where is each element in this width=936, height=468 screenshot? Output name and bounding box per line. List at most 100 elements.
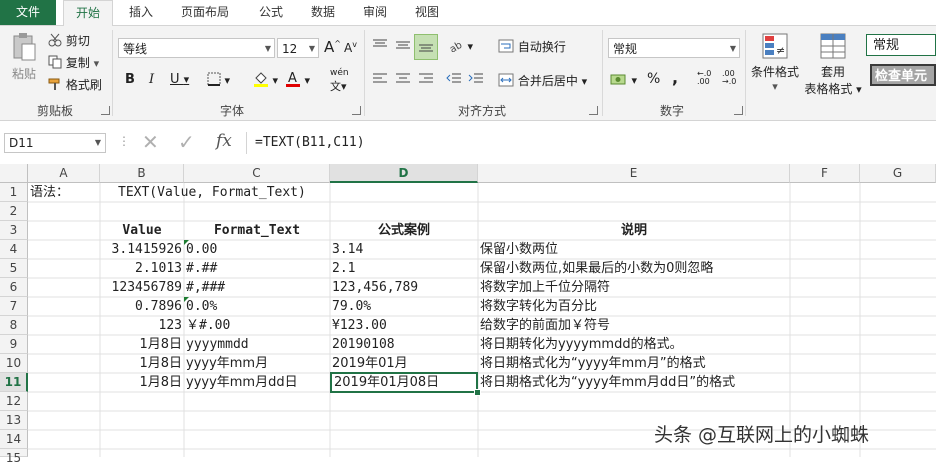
format-painter-button[interactable]: 格式刷 xyxy=(48,76,102,94)
tab-insert[interactable]: 插入 xyxy=(118,0,164,25)
row-header[interactable]: 5 xyxy=(0,259,28,278)
cell-d10[interactable]: 2019年01月 xyxy=(330,354,410,373)
select-all-corner[interactable] xyxy=(0,164,28,183)
increase-decimal-button[interactable]: ←.0.00 xyxy=(697,70,711,86)
grow-font-button[interactable]: A^ xyxy=(324,38,341,56)
format-as-table-button[interactable]: 套用 表格格式 ▾ xyxy=(803,32,863,97)
cancel-icon[interactable]: ✕ xyxy=(142,130,159,154)
cell-c5[interactable]: #.## xyxy=(184,259,219,278)
cell-c4[interactable]: 0.00 xyxy=(184,240,219,259)
row-header[interactable]: 1 xyxy=(0,183,28,202)
cell-b11[interactable]: 1月8日 xyxy=(100,373,184,392)
number-launcher-icon[interactable] xyxy=(734,106,743,115)
cell-d5[interactable]: 2.1 xyxy=(330,259,357,278)
tab-view[interactable]: 视图 xyxy=(404,0,450,25)
cell-b1[interactable]: TEXT(Value, Format_Text) xyxy=(116,183,308,202)
column-header-f[interactable]: F xyxy=(790,164,860,183)
paste-button[interactable]: 粘贴 xyxy=(8,32,40,82)
cell-c11[interactable]: yyyy年mm月dd日 xyxy=(184,373,300,392)
cell-b9[interactable]: 1月8日 xyxy=(100,335,184,354)
align-middle-button[interactable] xyxy=(395,38,411,55)
tab-page-layout[interactable]: 页面布局 xyxy=(170,0,240,25)
font-size-select[interactable]: 12 ▼ xyxy=(277,38,319,58)
cell-b4[interactable]: 3.1415926 xyxy=(100,240,184,259)
currency-button[interactable]: ▾ xyxy=(610,72,637,89)
cell-e5[interactable]: 保留小数两位,如果最后的小数为0则忽略 xyxy=(478,259,715,278)
cell-e6[interactable]: 将数字加上千位分隔符 xyxy=(478,278,612,297)
column-header-c[interactable]: C xyxy=(184,164,330,183)
decrease-decimal-button[interactable]: .00 →.0 xyxy=(722,70,736,86)
tab-review[interactable]: 审阅 xyxy=(352,0,398,25)
number-format-select[interactable]: 常规 ▼ xyxy=(608,38,740,58)
cell-c9[interactable]: yyyymmdd xyxy=(184,335,251,354)
align-center-button[interactable] xyxy=(395,72,411,89)
style-normal[interactable]: 常规 xyxy=(866,34,936,56)
italic-button[interactable]: I xyxy=(149,72,154,87)
style-check-cell[interactable]: 检查单元 xyxy=(870,64,936,86)
clipboard-launcher-icon[interactable] xyxy=(101,106,110,115)
tab-file[interactable]: 文件 xyxy=(0,0,56,25)
row-header[interactable]: 8 xyxy=(0,316,28,335)
tab-data[interactable]: 数据 xyxy=(300,0,346,25)
comma-button[interactable]: , xyxy=(672,68,678,87)
conditional-format-button[interactable]: ≠ 条件格式 ▾ xyxy=(750,32,800,93)
row-header[interactable]: 10 xyxy=(0,354,28,373)
align-bottom-button[interactable] xyxy=(414,34,438,60)
column-header-e[interactable]: E xyxy=(478,164,790,183)
row-header[interactable]: 13 xyxy=(0,411,28,430)
phonetic-button[interactable]: wén 文▾ xyxy=(330,68,349,94)
align-left-button[interactable] xyxy=(372,72,388,89)
row-header[interactable]: 7 xyxy=(0,297,28,316)
bold-button[interactable]: B xyxy=(125,72,135,87)
cell-c8[interactable]: ￥#.00 xyxy=(184,316,232,335)
fill-color-button[interactable]: ▾ xyxy=(253,70,278,91)
cell-e8[interactable]: 给数字的前面加￥符号 xyxy=(478,316,612,335)
row-header[interactable]: 4 xyxy=(0,240,28,259)
align-top-button[interactable] xyxy=(372,38,388,55)
cell-d3[interactable]: 公式案例 xyxy=(330,221,478,240)
wrap-text-button[interactable]: 自动换行 xyxy=(498,38,566,56)
row-header[interactable]: 9 xyxy=(0,335,28,354)
error-indicator-icon[interactable] xyxy=(184,240,189,245)
row-header[interactable]: 3 xyxy=(0,221,28,240)
increase-indent-button[interactable] xyxy=(468,72,484,89)
cell-e4[interactable]: 保留小数两位 xyxy=(478,240,560,259)
drag-handle-icon[interactable]: ⋮ xyxy=(118,134,130,148)
cell-d9[interactable]: 20190108 xyxy=(330,335,397,354)
font-name-select[interactable]: 等线 ▼ xyxy=(118,38,275,58)
cell-e7[interactable]: 将数字转化为百分比 xyxy=(478,297,599,316)
name-box[interactable]: D11 ▼ xyxy=(4,133,106,153)
cell-b7[interactable]: 0.7896 xyxy=(100,297,184,316)
decrease-indent-button[interactable] xyxy=(446,72,462,89)
cell-a1[interactable]: 语法： xyxy=(28,183,71,202)
font-launcher-icon[interactable] xyxy=(352,106,361,115)
cell-e3[interactable]: 说明 xyxy=(478,221,790,240)
formula-input[interactable]: =TEXT(B11,C11) xyxy=(246,132,936,154)
tab-formulas[interactable]: 公式 xyxy=(248,0,294,25)
row-header-selected[interactable]: 11 xyxy=(0,373,28,392)
cell-b3[interactable]: Value xyxy=(100,221,184,240)
cell-e11[interactable]: 将日期格式化为“yyyy年mm月dd日”的格式 xyxy=(478,373,737,392)
cell-d7[interactable]: 79.0% xyxy=(330,297,373,316)
confirm-icon[interactable]: ✓ xyxy=(178,130,195,154)
cell-b6[interactable]: 123456789 xyxy=(100,278,184,297)
font-color-button[interactable]: A ▾ xyxy=(285,70,310,91)
tab-home[interactable]: 开始 xyxy=(63,0,113,27)
borders-button[interactable]: ▾ xyxy=(207,72,230,89)
row-header[interactable]: 12 xyxy=(0,392,28,411)
cell-c6[interactable]: #,### xyxy=(184,278,227,297)
orientation-button[interactable]: ab ▾ xyxy=(448,38,473,56)
shrink-font-button[interactable]: Av xyxy=(344,40,357,55)
column-header-g[interactable]: G xyxy=(860,164,936,183)
cell-b5[interactable]: 2.1013 xyxy=(100,259,184,278)
cell-c10[interactable]: yyyy年mm月 xyxy=(184,354,270,373)
cell-d11-active[interactable]: 2019年01月08日 xyxy=(330,372,478,393)
insert-function-button[interactable]: fx xyxy=(216,131,232,151)
merge-center-button[interactable]: 合并后居中 ▾ xyxy=(498,72,587,90)
error-indicator-icon[interactable] xyxy=(184,297,189,302)
row-header[interactable]: 15 xyxy=(0,449,28,465)
cell-b8[interactable]: 123 xyxy=(100,316,184,335)
row-header[interactable]: 6 xyxy=(0,278,28,297)
column-header-b[interactable]: B xyxy=(100,164,184,183)
column-header-a[interactable]: A xyxy=(28,164,100,183)
